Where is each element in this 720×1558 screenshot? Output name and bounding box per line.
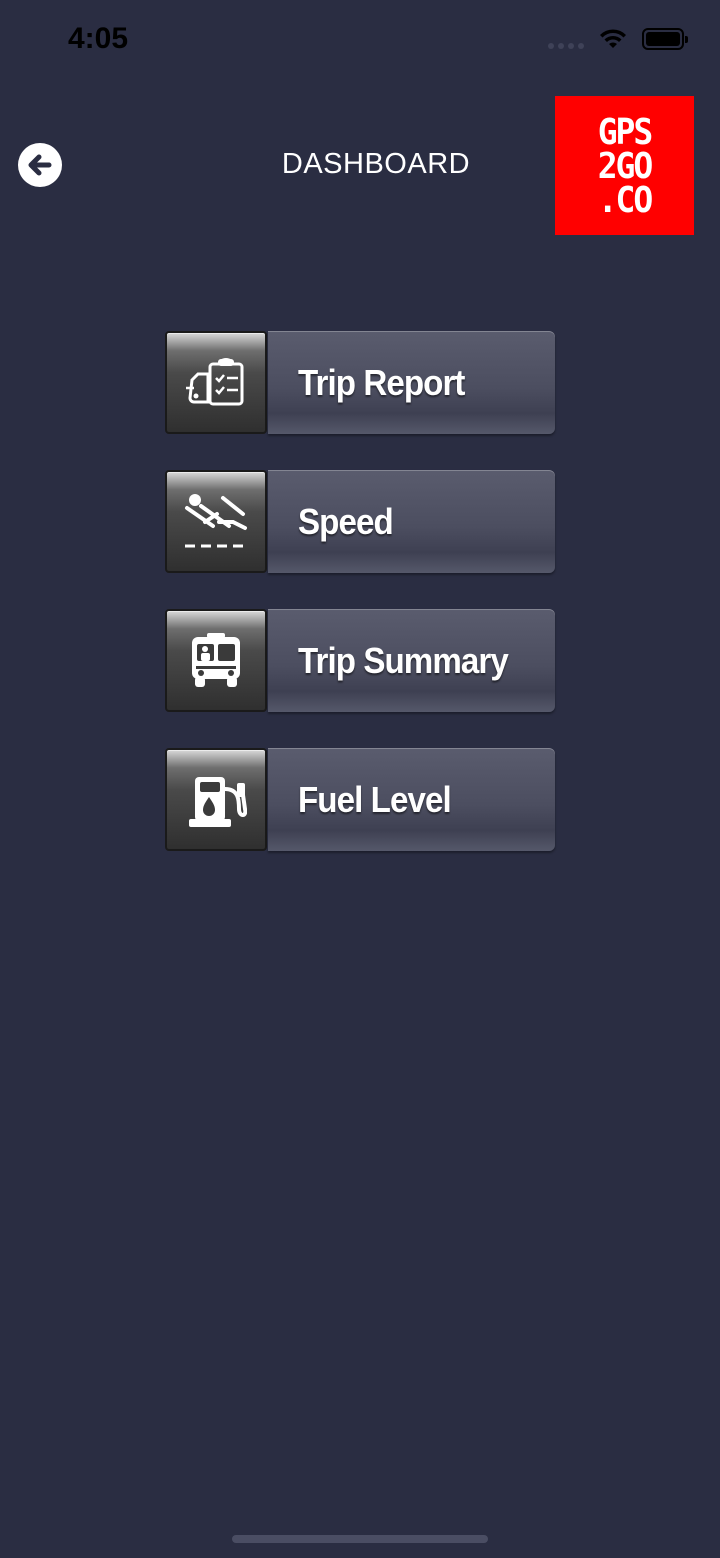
status-time: 4:05: [68, 22, 129, 55]
menu-icon-box: [165, 331, 267, 434]
menu-item-speed[interactable]: Speed: [165, 470, 555, 573]
speed-icon: [185, 493, 247, 547]
menu-icon-box: [165, 609, 267, 712]
menu-label-box: Fuel Level: [268, 748, 555, 851]
gps2go-logo: GPS 2GO .CO: [555, 96, 694, 235]
menu-icon-box: [165, 470, 267, 573]
logo-line: .CO: [597, 177, 654, 221]
menu-item-label: Fuel Level: [298, 778, 452, 820]
menu-item-fuel-level[interactable]: Fuel Level: [165, 748, 555, 851]
home-indicator[interactable]: [232, 1535, 488, 1543]
menu-icon-box: [165, 748, 267, 851]
status-bar: 4:05: [0, 0, 720, 80]
menu-item-label: Trip Summary: [298, 639, 509, 681]
menu-item-trip-summary[interactable]: Trip Summary: [165, 609, 555, 712]
fuel-pump-icon: [189, 776, 247, 827]
battery-icon: [642, 28, 688, 50]
trip-report-icon: [186, 357, 244, 405]
menu-label-box: Trip Summary: [268, 609, 555, 712]
bus-icon: [192, 632, 240, 687]
cellular-signal-icon: [548, 29, 584, 49]
menu-item-trip-report[interactable]: Trip Report: [165, 331, 555, 434]
menu-label-box: Speed: [268, 470, 555, 573]
status-icons: [548, 28, 688, 50]
menu-item-label: Trip Report: [298, 361, 465, 403]
menu-item-label: Speed: [298, 500, 394, 542]
wifi-icon: [600, 29, 626, 48]
menu-label-box: Trip Report: [268, 331, 555, 434]
